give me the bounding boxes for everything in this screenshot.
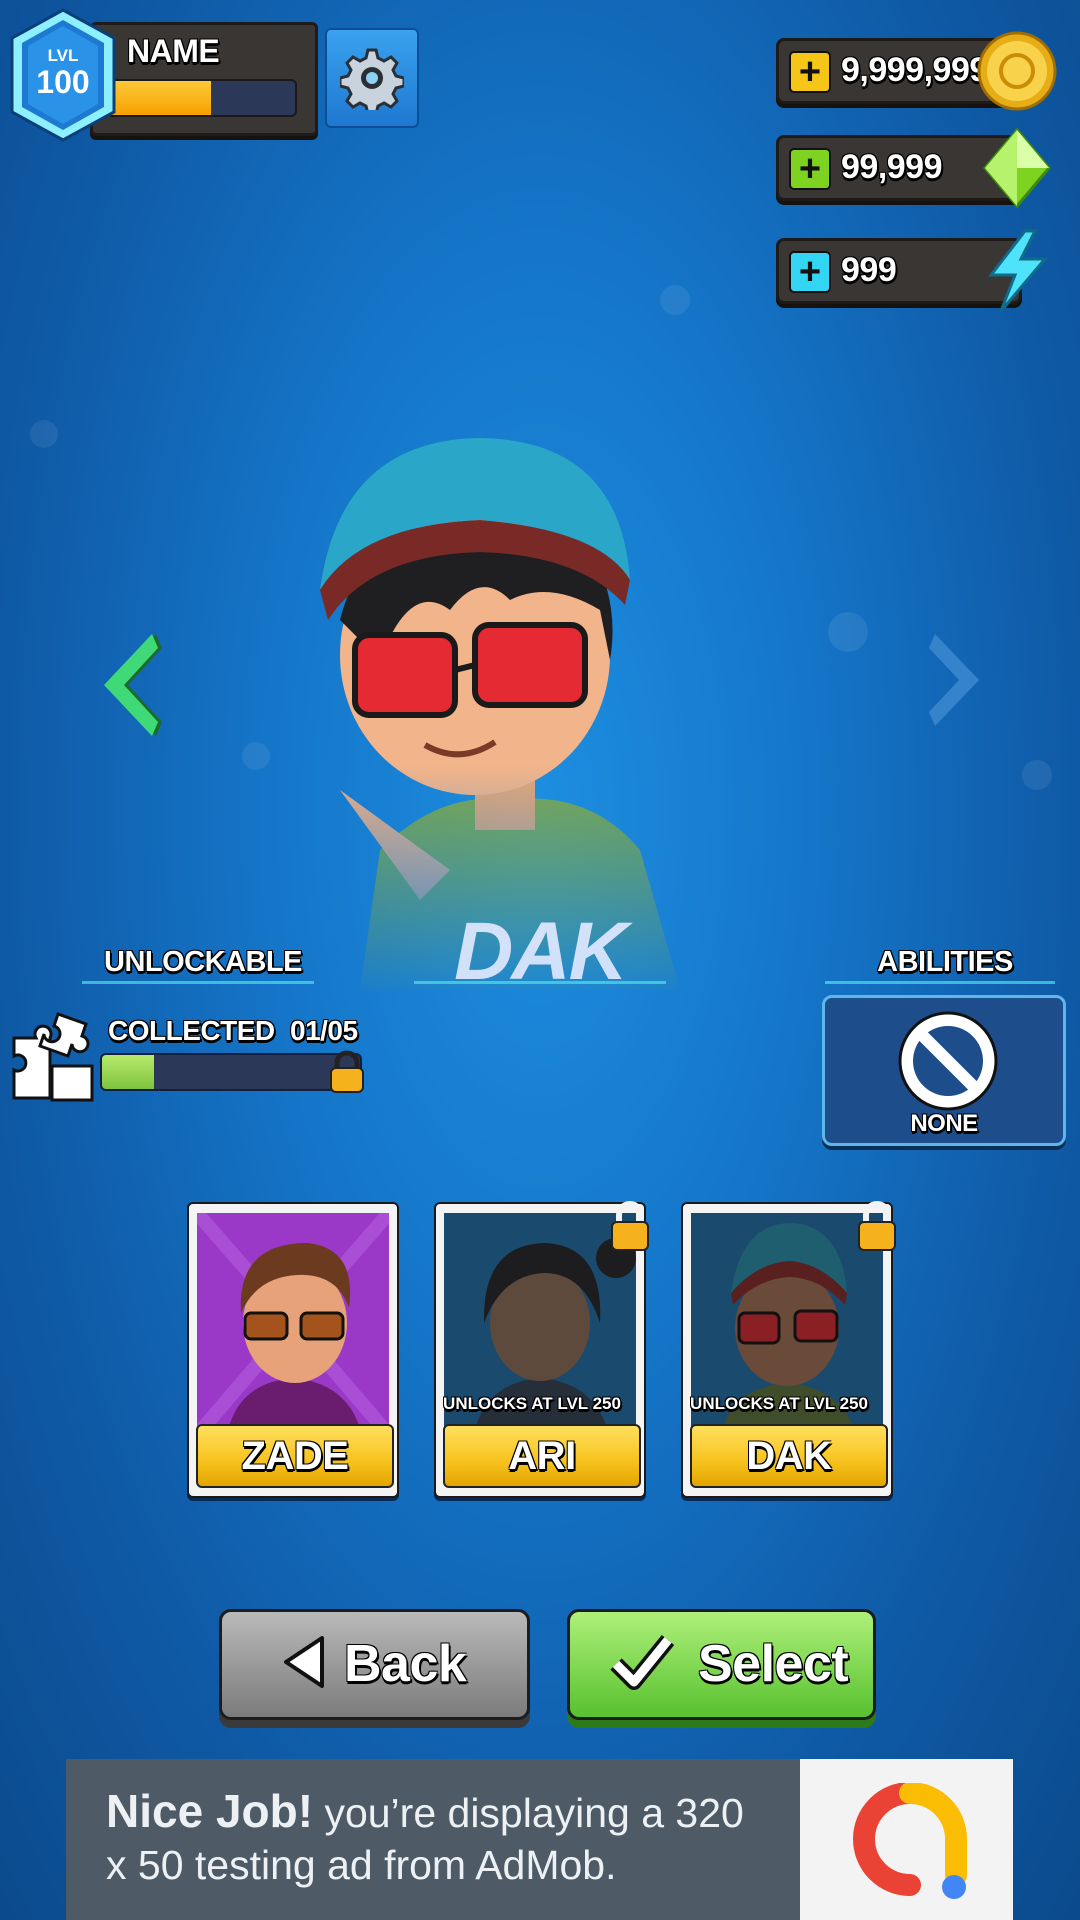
back-button-label: Back xyxy=(344,1635,467,1693)
ad-banner[interactable]: Nice Job! you’re displaying a 320 x 50 t… xyxy=(66,1759,1013,1920)
background-bubble xyxy=(1022,760,1052,790)
padlock-icon xyxy=(611,1201,649,1251)
puzzle-piece-icon xyxy=(12,1012,94,1102)
gold-coin-icon xyxy=(977,31,1057,111)
settings-button[interactable] xyxy=(325,28,419,128)
ad-logo-panel xyxy=(800,1759,1013,1920)
abilities-value: NONE xyxy=(910,1110,978,1137)
ad-headline: Nice Job! xyxy=(106,1785,314,1837)
currency-energy: + 999 xyxy=(776,229,1049,312)
level-badge: LVL 100 xyxy=(8,8,118,142)
lightning-bolt-icon xyxy=(987,229,1049,312)
player-name: NAME xyxy=(127,33,220,69)
background-bubble xyxy=(242,742,270,770)
card-name: DAK xyxy=(690,1424,888,1488)
select-button[interactable]: Select xyxy=(567,1609,876,1720)
no-ability-icon xyxy=(898,1011,998,1111)
profile-panel: NAME xyxy=(90,22,318,136)
character-portrait xyxy=(197,1213,389,1435)
energy-amount: 999 xyxy=(841,251,897,289)
back-button[interactable]: Back xyxy=(219,1609,530,1720)
card-name: ARI xyxy=(443,1424,641,1488)
level-prefix: LVL xyxy=(47,46,79,65)
select-button-label: Select xyxy=(698,1635,849,1693)
background-bubble xyxy=(30,420,58,448)
background-bubble xyxy=(828,612,868,652)
background-bubble xyxy=(660,285,690,315)
collection-progress-fill xyxy=(102,1055,154,1089)
character-name: DAK xyxy=(454,906,628,997)
padlock-icon xyxy=(858,1201,896,1251)
xp-progress-fill xyxy=(109,81,212,115)
character-card-zade[interactable]: ZADE xyxy=(187,1202,399,1498)
back-arrow-icon xyxy=(284,1636,324,1688)
collected-count: 01/05 xyxy=(290,1015,358,1046)
character-card-dak[interactable]: UNLOCKS AT LVL 250 DAK xyxy=(681,1201,896,1498)
currency-coins: + 9,999,999 xyxy=(776,31,1057,111)
level-number: 100 xyxy=(36,64,90,100)
character-card-ari[interactable]: UNLOCKS AT LVL 250 ARI xyxy=(434,1201,649,1498)
add-coins-button[interactable]: + xyxy=(789,51,831,93)
gems-amount: 99,999 xyxy=(841,148,943,186)
previous-character-arrow-icon[interactable] xyxy=(100,630,170,740)
ad-text: Nice Job! you’re displaying a 320 x 50 t… xyxy=(106,1785,746,1891)
collected-label: COLLECTED xyxy=(108,1015,275,1046)
add-gems-button[interactable]: + xyxy=(789,148,831,190)
coins-amount: 9,999,999 xyxy=(841,51,988,89)
next-character-arrow-icon[interactable] xyxy=(925,630,985,730)
unlock-requirement: UNLOCKS AT LVL 250 xyxy=(690,1394,868,1413)
currency-gems: + 99,999 xyxy=(776,127,1051,209)
card-name: ZADE xyxy=(196,1424,394,1488)
xp-progress-bar xyxy=(107,79,297,117)
unlock-requirement: UNLOCKS AT LVL 250 xyxy=(443,1394,621,1413)
padlock-icon xyxy=(330,1050,364,1093)
abilities-label: ABILITIES xyxy=(877,946,1013,978)
green-gem-icon xyxy=(983,127,1051,209)
divider-line xyxy=(825,981,1055,984)
unlockable-label: UNLOCKABLE xyxy=(104,946,303,978)
collection-progress-bar xyxy=(100,1053,362,1091)
divider-line xyxy=(82,981,314,984)
checkmark-icon xyxy=(610,1634,674,1690)
abilities-panel: NONE xyxy=(822,995,1066,1146)
add-energy-button[interactable]: + xyxy=(789,251,831,293)
admob-logo-icon xyxy=(853,1783,967,1899)
gear-icon xyxy=(340,48,404,110)
